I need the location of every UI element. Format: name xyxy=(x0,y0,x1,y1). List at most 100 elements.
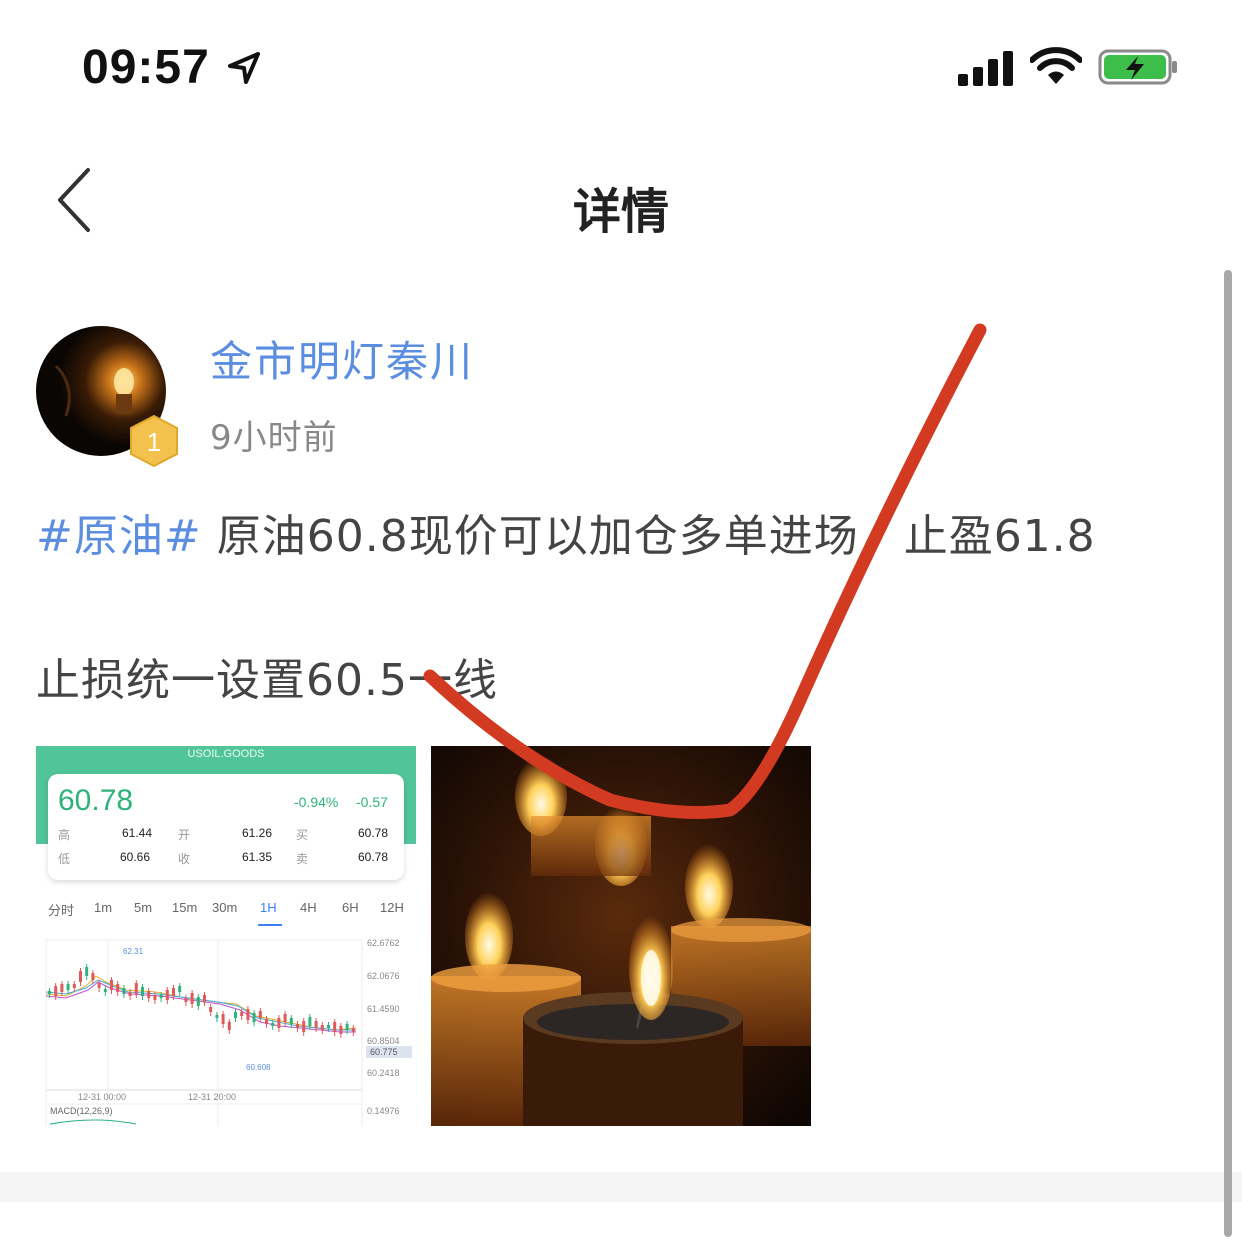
candle-body xyxy=(289,1018,293,1024)
quote-label-open: 开 xyxy=(178,828,191,842)
post-text-line-2: 止损统一设置60.5一线 xyxy=(36,655,498,706)
post-text-line-1: #原油# 原油60.8现价可以加仓多单进场，止盈61.8 xyxy=(36,500,1096,564)
candle-body xyxy=(97,983,101,988)
quote-price: 60.78 xyxy=(58,784,134,817)
location-arrow-icon xyxy=(228,52,260,84)
quote-value-buy: 60.78 xyxy=(358,826,389,840)
candle-body xyxy=(351,1028,355,1032)
status-time: 09:57 xyxy=(82,41,210,94)
candle-body xyxy=(265,1019,268,1024)
candle-body xyxy=(296,1024,299,1028)
candle-body xyxy=(339,1026,343,1034)
quote-change-pct: -0.94% xyxy=(294,794,339,810)
quote-value-close: 61.35 xyxy=(242,850,273,864)
candle-body xyxy=(153,995,157,1000)
candles-photo-thumbnail[interactable] xyxy=(431,746,811,1126)
candle-body xyxy=(240,1012,244,1016)
candle-body xyxy=(209,1007,213,1012)
tab-fenshi[interactable]: 分时 xyxy=(48,900,74,919)
quote-value-high: 61.44 xyxy=(122,826,153,840)
timeframe-tabs: 分时 1m 5m 15m 30m 1H 4H 6H 12H xyxy=(36,900,416,928)
min-price-label: 60.608 xyxy=(246,1063,271,1072)
candle-body xyxy=(172,988,175,996)
scrollbar[interactable] xyxy=(1224,270,1232,1237)
x-tick-1: 12-31 00:00 xyxy=(78,1092,126,1102)
candle-body xyxy=(215,1015,219,1018)
candle-body xyxy=(203,995,206,1002)
tab-1m[interactable]: 1m xyxy=(94,900,112,915)
candle-body xyxy=(141,987,144,996)
candle-body xyxy=(184,998,188,1002)
chart-symbol: USOIL.GOODS xyxy=(187,748,265,760)
candle-body xyxy=(190,993,194,1004)
candle-body xyxy=(103,989,107,992)
candle-body xyxy=(277,1018,281,1028)
candle-body xyxy=(91,973,95,980)
candle-body xyxy=(302,1021,306,1032)
macd-line xyxy=(49,1119,137,1125)
flame-back-right xyxy=(685,844,733,928)
x-tick-2: 12-31 20:00 xyxy=(188,1092,236,1102)
post-time: 9小时前 xyxy=(210,418,338,458)
quote-value-open: 61.26 xyxy=(242,826,273,840)
candle-body xyxy=(252,1013,256,1022)
post-text-segment: 原油60.8现价可以加仓多单进场，止盈61.8 xyxy=(201,511,1096,562)
candles-photo xyxy=(431,746,811,1126)
candle-body xyxy=(246,1009,250,1020)
candle-body xyxy=(134,983,138,994)
quote-label-close: 收 xyxy=(178,852,191,866)
candle-body xyxy=(320,1025,324,1030)
candle-body xyxy=(54,986,58,996)
candle-body xyxy=(48,991,51,994)
active-tab-indicator xyxy=(258,924,282,926)
current-price-tag: 60.775 xyxy=(370,1047,398,1057)
y-tick-1: 62.6762 xyxy=(367,938,400,948)
macd-label: MACD(12,26,9) xyxy=(50,1106,113,1116)
candle-body xyxy=(283,1014,287,1022)
candle-body xyxy=(258,1011,262,1018)
candle-body xyxy=(234,1012,237,1018)
candle-body xyxy=(327,1025,330,1028)
chart-image-thumbnail[interactable]: USOIL.GOODS 60.78 -0.94% -0.57 高 61.44 开… xyxy=(36,746,416,1126)
candlestick-plot: 62.31 60.608 62.6762 62.0676 61.4590 60.… xyxy=(45,938,412,1126)
battery-charging-icon xyxy=(1098,49,1177,85)
candle-body xyxy=(314,1021,318,1028)
rank-badge-icon: 1 xyxy=(130,414,178,468)
candle-body xyxy=(196,997,200,1006)
candle-body xyxy=(72,984,76,988)
max-price-label: 62.31 xyxy=(123,947,144,956)
y-tick-4: 60.8504 xyxy=(367,1036,400,1046)
quote-value-sell: 60.78 xyxy=(358,850,389,864)
tab-5m[interactable]: 5m xyxy=(134,900,152,915)
candle-body xyxy=(116,984,120,992)
quote-value-low: 60.66 xyxy=(120,850,151,864)
quote-label-low: 低 xyxy=(58,852,71,866)
rank-number: 1 xyxy=(147,427,161,457)
quote-label-high: 高 xyxy=(58,828,71,842)
tab-30m[interactable]: 30m xyxy=(212,900,237,915)
candle-body xyxy=(271,1023,275,1026)
tab-15m[interactable]: 15m xyxy=(172,900,197,915)
cellular-signal-icon xyxy=(958,51,1013,86)
tab-4h[interactable]: 4H xyxy=(300,900,317,915)
candle-body xyxy=(221,1014,225,1024)
candle-body xyxy=(79,971,82,982)
candle-body xyxy=(128,992,132,996)
hashtag-link[interactable]: #原油# xyxy=(36,511,202,562)
y-tick-5: 60.2418 xyxy=(367,1068,400,1078)
candle-body xyxy=(159,995,163,998)
author-name[interactable]: 金市明灯秦川 xyxy=(210,328,474,389)
tab-12h[interactable]: 12H xyxy=(380,900,404,915)
candle-body xyxy=(66,984,70,990)
page-title: 详情 xyxy=(572,184,669,240)
candle-body xyxy=(227,1022,231,1030)
tab-6h[interactable]: 6H xyxy=(342,900,359,915)
quote-label-sell: 卖 xyxy=(296,852,309,866)
candle-body xyxy=(345,1024,349,1030)
candle-body xyxy=(308,1017,312,1026)
y-tick-3: 61.4590 xyxy=(367,1004,400,1014)
macd-value: 0.14976 xyxy=(367,1106,400,1116)
tab-1h[interactable]: 1H xyxy=(260,900,277,915)
y-tick-2: 62.0676 xyxy=(367,971,400,981)
bottom-separator xyxy=(0,1172,1242,1202)
